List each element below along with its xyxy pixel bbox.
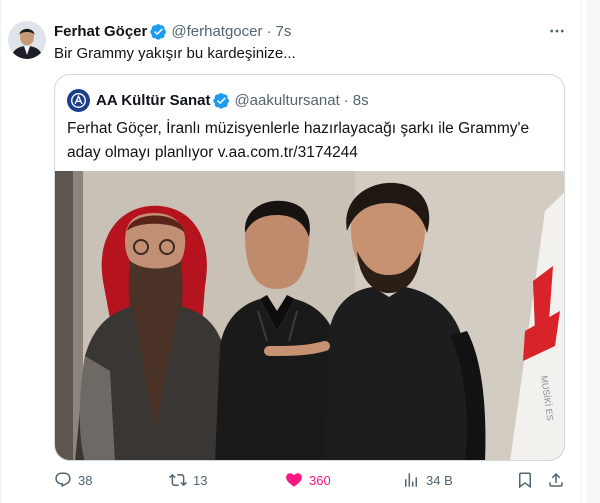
scrollbar-track[interactable] xyxy=(586,0,600,503)
like-count: 360 xyxy=(309,472,331,488)
separator-dot: · xyxy=(266,22,272,40)
verified-badge-icon xyxy=(213,92,230,109)
retweet-icon xyxy=(169,473,187,487)
tweet-card[interactable]: Ferhat Göçer @ferhatgocer · 7s Bir Gramm… xyxy=(0,0,582,503)
author-name[interactable]: Ferhat Göçer xyxy=(54,23,147,40)
quoted-author-logo[interactable] xyxy=(67,88,90,112)
tweet-header: Ferhat Göçer @ferhatgocer · 7s xyxy=(54,21,291,41)
retweet-count: 13 xyxy=(193,472,208,488)
retweet-button[interactable]: 13 xyxy=(169,468,207,492)
quoted-author-handle[interactable]: @aakultursanat xyxy=(234,92,339,109)
verified-badge-icon xyxy=(150,23,167,40)
views-chart-icon xyxy=(405,473,417,487)
author-avatar[interactable] xyxy=(8,21,46,59)
quoted-tweet-photo[interactable]: MUSİKİ ES xyxy=(55,171,564,460)
more-horizontal-icon xyxy=(550,29,564,33)
like-button[interactable]: 360 xyxy=(285,468,331,492)
quoted-tweet-header: AA Kültür Sanat @aakultursanat · 8s xyxy=(67,88,369,112)
quoted-tweet[interactable]: AA Kültür Sanat @aakultursanat · 8s Ferh… xyxy=(54,74,565,461)
more-options-button[interactable] xyxy=(546,21,568,41)
author-handle[interactable]: @ferhatgocer xyxy=(171,23,262,40)
views-count: 34 B xyxy=(426,472,453,488)
bookmark-button[interactable] xyxy=(516,468,540,492)
tweet-time[interactable]: 7s xyxy=(275,23,291,40)
share-icon xyxy=(549,472,563,487)
heart-filled-icon xyxy=(286,473,302,487)
reply-count: 38 xyxy=(78,472,93,488)
reply-icon xyxy=(55,472,71,488)
reply-button[interactable]: 38 xyxy=(54,468,92,492)
bookmark-icon xyxy=(519,472,531,489)
quoted-tweet-text: Ferhat Göçer, İranlı müzisyenlerle hazır… xyxy=(67,120,530,161)
tweet-actions: 38 13 360 34 B xyxy=(54,468,569,492)
tweet-text: Bir Grammy yakışır bu kardeşinize... xyxy=(54,45,296,62)
views-button[interactable]: 34 B xyxy=(402,468,453,492)
quoted-author-name[interactable]: AA Kültür Sanat xyxy=(96,92,210,109)
quoted-tweet-time[interactable]: 8s xyxy=(353,92,369,109)
separator-dot: · xyxy=(343,91,349,109)
share-button[interactable] xyxy=(547,468,571,492)
